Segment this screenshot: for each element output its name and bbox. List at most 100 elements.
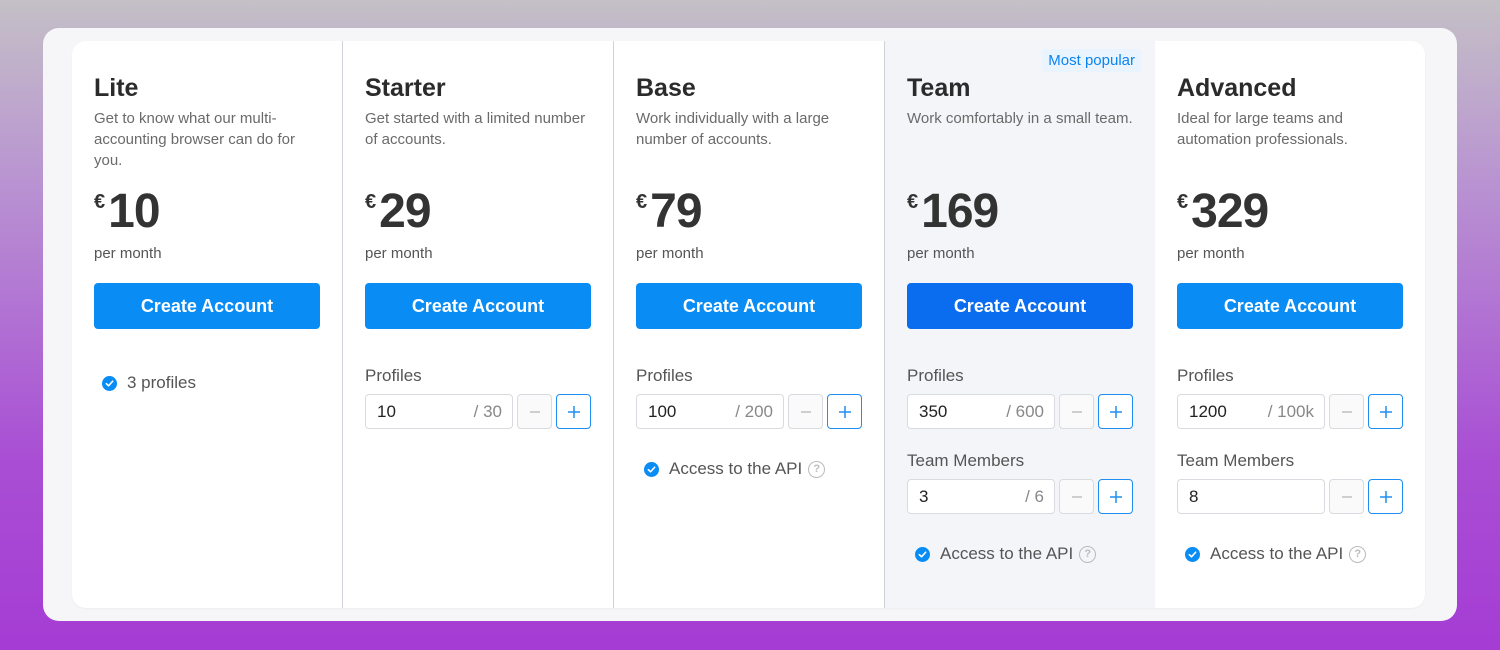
- price: € 169: [907, 187, 1133, 237]
- team-members-increment-button[interactable]: [1098, 479, 1133, 514]
- price-amount: 10: [108, 185, 160, 238]
- plan-name: Lite: [94, 74, 139, 102]
- plan-team: Most popular Team Work comfortably in a …: [885, 41, 1155, 608]
- price: € 329: [1177, 187, 1403, 237]
- pricing-table: Lite Get to know what our multi-accounti…: [72, 41, 1425, 608]
- profiles-input[interactable]: 100 / 200: [636, 394, 784, 429]
- profiles-input[interactable]: 350 / 600: [907, 394, 1055, 429]
- check-circle-icon: [644, 461, 659, 477]
- question-circle-icon[interactable]: ?: [1079, 545, 1097, 563]
- profiles-decrement-button[interactable]: [1329, 394, 1364, 429]
- minus-icon: [1341, 495, 1352, 498]
- price: € 29: [365, 187, 591, 237]
- feature-label: Access to the API: [1210, 544, 1344, 563]
- price: € 10: [94, 187, 320, 237]
- create-account-button-starter[interactable]: Create Account: [365, 283, 591, 329]
- profiles-decrement-button[interactable]: [788, 394, 823, 429]
- plan-name: Team: [907, 74, 971, 102]
- create-account-button-lite[interactable]: Create Account: [94, 283, 320, 329]
- profiles-value: 1200: [1189, 401, 1227, 421]
- team-members-decrement-button[interactable]: [1329, 479, 1364, 514]
- price-amount: 329: [1191, 185, 1269, 238]
- team-members-increment-button[interactable]: [1368, 479, 1403, 514]
- profiles-label: Profiles: [907, 366, 964, 385]
- minus-icon: [529, 410, 540, 413]
- feature-profiles: 3 profiles: [102, 373, 320, 393]
- currency-symbol: €: [1177, 191, 1189, 213]
- plan-description: Ideal for large teams and automation pro…: [1177, 110, 1348, 148]
- plan-description: Get started with a limited number of acc…: [365, 110, 586, 148]
- price-amount: 169: [921, 185, 999, 238]
- profiles-max: / 600: [1006, 401, 1044, 421]
- price-period: per month: [636, 245, 704, 262]
- plan-name: Starter: [365, 74, 446, 102]
- profiles-stepper: 1200 / 100k: [1177, 394, 1403, 429]
- minus-icon: [1071, 410, 1082, 413]
- profiles-increment-button[interactable]: [827, 394, 862, 429]
- feature-label: 3 profiles: [127, 373, 196, 392]
- create-account-button-base[interactable]: Create Account: [636, 283, 862, 329]
- profiles-label: Profiles: [636, 366, 693, 385]
- team-members-input[interactable]: 8: [1177, 479, 1325, 514]
- profiles-value: 100: [648, 401, 677, 421]
- profiles-input[interactable]: 10 / 30: [365, 394, 513, 429]
- profiles-decrement-button[interactable]: [1059, 394, 1094, 429]
- check-circle-icon: [102, 375, 117, 391]
- plus-icon: [1379, 405, 1392, 418]
- plus-icon: [1379, 490, 1392, 503]
- price-period: per month: [907, 245, 975, 262]
- question-circle-icon[interactable]: ?: [1349, 545, 1367, 563]
- team-members-input[interactable]: 3 / 6: [907, 479, 1055, 514]
- profiles-input[interactable]: 1200 / 100k: [1177, 394, 1325, 429]
- plan-base: Base Work individually with a large numb…: [614, 41, 885, 608]
- plan-name: Advanced: [1177, 74, 1297, 102]
- profiles-stepper: 10 / 30: [365, 394, 591, 429]
- team-members-label: Team Members: [907, 451, 1025, 470]
- question-circle-icon[interactable]: ?: [808, 460, 826, 478]
- feature-label: Access to the API: [940, 544, 1074, 563]
- minus-icon: [1071, 495, 1082, 498]
- profiles-value: 10: [377, 401, 396, 421]
- price-period: per month: [1177, 245, 1245, 262]
- plan-description: Work comfortably in a small team.: [907, 110, 1133, 127]
- team-members-decrement-button[interactable]: [1059, 479, 1094, 514]
- minus-icon: [800, 410, 811, 413]
- plus-icon: [1109, 405, 1122, 418]
- check-circle-icon: [915, 546, 930, 562]
- team-members-stepper: 8: [1177, 479, 1403, 514]
- price-amount: 79: [650, 185, 702, 238]
- currency-symbol: €: [907, 191, 919, 213]
- feature-api-access: Access to the API ?: [644, 459, 862, 479]
- profiles-increment-button[interactable]: [1098, 394, 1133, 429]
- team-members-max: / 6: [1025, 486, 1044, 506]
- profiles-label: Profiles: [365, 366, 422, 385]
- price-amount: 29: [379, 185, 431, 238]
- feature-api-access: Access to the API ?: [1185, 544, 1403, 564]
- profiles-label: Profiles: [1177, 366, 1234, 385]
- price-period: per month: [94, 245, 162, 262]
- create-account-button-advanced[interactable]: Create Account: [1177, 283, 1403, 329]
- plus-icon: [1109, 490, 1122, 503]
- most-popular-badge: Most popular: [1042, 49, 1141, 72]
- price-period: per month: [365, 245, 433, 262]
- create-account-button-team[interactable]: Create Account: [907, 283, 1133, 329]
- plan-starter: Starter Get started with a limited numbe…: [343, 41, 614, 608]
- feature-label: Access to the API: [669, 459, 803, 478]
- price: € 79: [636, 187, 862, 237]
- feature-api-access: Access to the API ?: [915, 544, 1133, 564]
- plus-icon: [838, 405, 851, 418]
- plan-description: Get to know what our multi-accounting br…: [94, 110, 295, 169]
- profiles-max: / 100k: [1267, 401, 1314, 421]
- profiles-stepper: 100 / 200: [636, 394, 862, 429]
- currency-symbol: €: [365, 191, 377, 213]
- profiles-decrement-button[interactable]: [517, 394, 552, 429]
- profiles-increment-button[interactable]: [1368, 394, 1403, 429]
- plan-name: Base: [636, 74, 696, 102]
- profiles-value: 350: [919, 401, 948, 421]
- profiles-max: / 200: [735, 401, 773, 421]
- currency-symbol: €: [636, 191, 648, 213]
- profiles-increment-button[interactable]: [556, 394, 591, 429]
- currency-symbol: €: [94, 191, 106, 213]
- plan-description: Work individually with a large number of…: [636, 110, 830, 148]
- plus-icon: [567, 405, 580, 418]
